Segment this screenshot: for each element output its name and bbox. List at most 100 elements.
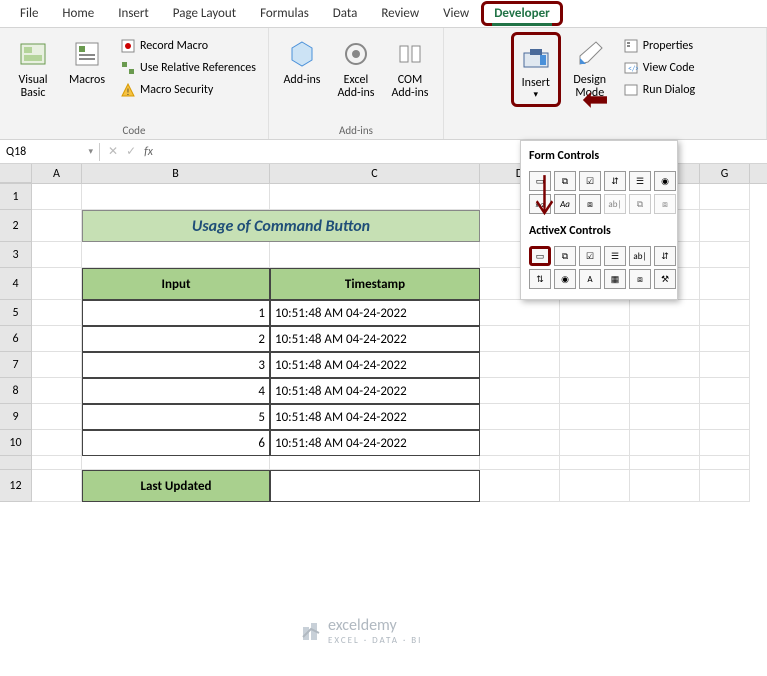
table-cell-timestamp[interactable]: 10:51:48 AM 04-24-2022 (270, 378, 480, 404)
macros-button[interactable]: Macros (62, 32, 112, 91)
cell[interactable] (700, 326, 750, 352)
row-header[interactable]: 12 (0, 470, 32, 502)
cell[interactable] (32, 242, 82, 268)
activex-listbox-icon[interactable]: ☰ (604, 246, 626, 266)
form-dialog-icon[interactable]: ⧈ (654, 194, 676, 214)
cell[interactable] (700, 300, 750, 326)
tab-formulas[interactable]: Formulas (248, 2, 321, 25)
cell[interactable] (630, 470, 700, 502)
row-header[interactable]: 2 (0, 210, 32, 242)
row-header[interactable]: 8 (0, 378, 32, 404)
cell[interactable] (480, 430, 560, 456)
excel-addins-button[interactable]: Excel Add-ins (331, 32, 381, 104)
form-textfield-icon[interactable]: ab| (604, 194, 626, 214)
cell[interactable] (32, 456, 82, 470)
cell[interactable] (700, 352, 750, 378)
cell[interactable] (630, 430, 700, 456)
activex-toggle-icon[interactable]: ⧈ (629, 269, 651, 289)
cell[interactable] (32, 300, 82, 326)
cell[interactable] (630, 352, 700, 378)
last-updated-value[interactable] (270, 470, 480, 502)
enter-icon[interactable]: ✓ (126, 144, 136, 159)
cell[interactable] (700, 210, 750, 242)
record-macro-button[interactable]: Record Macro (116, 36, 260, 56)
form-spinner-icon[interactable]: ⇵ (604, 171, 626, 191)
activex-label-icon[interactable]: A (579, 269, 601, 289)
table-cell-timestamp[interactable]: 10:51:48 AM 04-24-2022 (270, 352, 480, 378)
activex-textbox-icon[interactable]: ab| (629, 246, 651, 266)
addins-button[interactable]: Add-ins (277, 32, 327, 91)
table-header-input[interactable]: Input (82, 268, 270, 300)
cell[interactable] (270, 456, 480, 470)
form-combo-icon[interactable]: ⧉ (629, 194, 651, 214)
col-header[interactable]: C (270, 164, 480, 183)
row-header[interactable]: 3 (0, 242, 32, 268)
cell[interactable] (480, 404, 560, 430)
table-cell-timestamp[interactable]: 10:51:48 AM 04-24-2022 (270, 326, 480, 352)
activex-option-icon[interactable]: ◉ (554, 269, 576, 289)
cell[interactable] (630, 326, 700, 352)
cell[interactable] (32, 470, 82, 502)
activex-more-icon[interactable]: ⚒ (654, 269, 676, 289)
table-cell-input[interactable]: 6 (82, 430, 270, 456)
cell[interactable] (700, 378, 750, 404)
cell[interactable] (560, 378, 630, 404)
cell[interactable] (560, 326, 630, 352)
cell[interactable] (480, 456, 560, 470)
row-header[interactable] (0, 456, 32, 470)
cell[interactable] (32, 404, 82, 430)
cell[interactable] (700, 268, 750, 300)
title-cell[interactable]: Usage of Command Button (82, 210, 480, 242)
table-cell-timestamp[interactable]: 10:51:48 AM 04-24-2022 (270, 300, 480, 326)
col-header[interactable]: A (32, 164, 82, 183)
activex-scrollbar-icon[interactable]: ⇵ (654, 246, 676, 266)
table-cell-timestamp[interactable]: 10:51:48 AM 04-24-2022 (270, 404, 480, 430)
cell[interactable] (700, 456, 750, 470)
cell[interactable] (82, 242, 270, 268)
fx-label[interactable]: fx (144, 145, 153, 159)
tab-developer[interactable]: Developer (481, 1, 563, 26)
view-code-button[interactable]: </> View Code (619, 58, 699, 78)
cell[interactable] (560, 352, 630, 378)
visual-basic-button[interactable]: Visual Basic (8, 32, 58, 104)
cell[interactable] (480, 470, 560, 502)
cell[interactable] (82, 456, 270, 470)
cell[interactable] (32, 430, 82, 456)
cancel-icon[interactable]: ✕ (108, 144, 118, 159)
cell[interactable] (32, 352, 82, 378)
properties-button[interactable]: Properties (619, 36, 699, 56)
activex-command-button-icon[interactable]: ▭ (529, 246, 551, 266)
row-header[interactable]: 5 (0, 300, 32, 326)
cell[interactable] (560, 470, 630, 502)
com-addins-button[interactable]: COM Add-ins (385, 32, 435, 104)
cell[interactable] (560, 404, 630, 430)
cell[interactable] (560, 430, 630, 456)
cell[interactable] (700, 404, 750, 430)
table-header-timestamp[interactable]: Timestamp (270, 268, 480, 300)
row-header[interactable]: 10 (0, 430, 32, 456)
table-cell-input[interactable]: 1 (82, 300, 270, 326)
col-header[interactable]: B (82, 164, 270, 183)
form-checkbox-icon[interactable]: ☑ (579, 171, 601, 191)
cell[interactable] (700, 430, 750, 456)
cell[interactable] (480, 378, 560, 404)
table-cell-input[interactable]: 4 (82, 378, 270, 404)
cell[interactable] (480, 326, 560, 352)
row-header[interactable]: 1 (0, 184, 32, 210)
select-all-corner[interactable] (0, 164, 32, 183)
cell[interactable] (700, 184, 750, 210)
cell[interactable] (700, 242, 750, 268)
tab-data[interactable]: Data (321, 2, 370, 25)
tab-home[interactable]: Home (50, 2, 106, 25)
cell[interactable] (630, 300, 700, 326)
last-updated-label[interactable]: Last Updated (82, 470, 270, 502)
cell[interactable] (32, 210, 82, 242)
cell[interactable] (700, 470, 750, 502)
insert-control-button[interactable]: Insert ▾ (511, 32, 561, 107)
form-listbox-icon[interactable]: ☰ (629, 171, 651, 191)
cell[interactable] (480, 352, 560, 378)
name-box[interactable]: Q18 ▾ (0, 143, 100, 161)
use-relative-button[interactable]: Use Relative References (116, 58, 260, 78)
run-dialog-button[interactable]: Run Dialog (619, 80, 699, 100)
cell[interactable] (82, 184, 270, 210)
